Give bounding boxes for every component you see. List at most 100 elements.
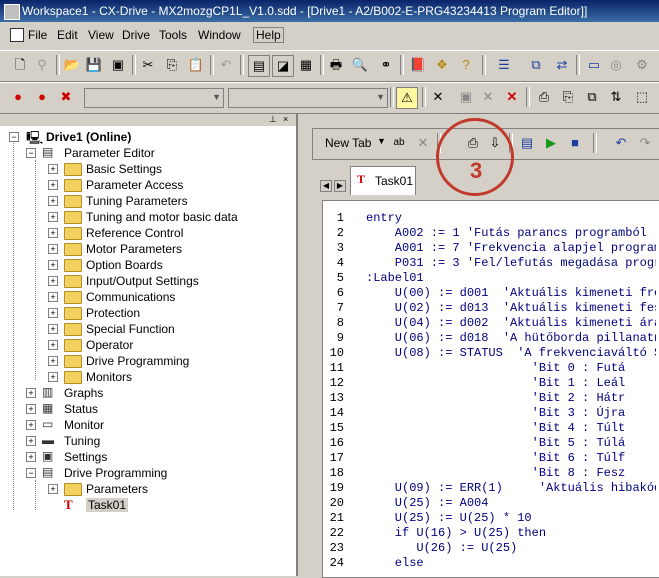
download-icon[interactable]: ⎙ bbox=[534, 87, 554, 107]
tree-item[interactable]: + Reference Control bbox=[48, 225, 290, 241]
run-icon[interactable]: ▶ bbox=[541, 133, 561, 153]
tree-item[interactable]: + ▬ Tuning bbox=[26, 433, 290, 449]
menu-edit[interactable]: Edit bbox=[57, 28, 78, 42]
code-line[interactable]: U(02) := d013 'Aktuális kimeneti fes bbox=[366, 301, 656, 315]
expand-icon[interactable]: + bbox=[48, 212, 58, 222]
wireless-icon[interactable]: ◎ bbox=[606, 55, 626, 75]
expand-icon[interactable]: + bbox=[48, 340, 58, 350]
code-line[interactable]: U(26) := U(25) bbox=[366, 541, 517, 555]
expand-icon[interactable]: − bbox=[26, 468, 36, 478]
cancel-icon[interactable]: ✕ bbox=[478, 87, 498, 107]
tree-item[interactable]: + Monitors bbox=[48, 369, 290, 385]
paste-icon[interactable]: 📋 bbox=[186, 55, 206, 75]
settings-icon[interactable]: ⚙ bbox=[632, 55, 652, 75]
code-line[interactable]: else bbox=[366, 556, 424, 570]
delete-icon[interactable]: ✕ bbox=[502, 87, 522, 107]
expand-icon[interactable]: + bbox=[48, 228, 58, 238]
go-online-icon[interactable]: ● bbox=[8, 87, 28, 107]
open-icon[interactable]: 📂 bbox=[62, 55, 82, 75]
code-line[interactable]: 'Bit 2 : Hátr bbox=[366, 391, 626, 405]
save-all-icon[interactable]: ▣ bbox=[108, 55, 128, 75]
tab-scroll-right-icon[interactable]: ▶ bbox=[334, 180, 346, 192]
tree-item[interactable]: + Protection bbox=[48, 305, 290, 321]
output-window-icon[interactable]: ◪ bbox=[272, 55, 294, 77]
stop-icon[interactable]: ✖ bbox=[56, 87, 76, 107]
expand-icon[interactable]: + bbox=[48, 308, 58, 318]
tree-item[interactable]: + Communications bbox=[48, 289, 290, 305]
menu-help[interactable]: Help bbox=[253, 27, 284, 43]
code-line[interactable]: U(08) := STATUS 'A frekvenciaváltó S bbox=[366, 346, 656, 360]
redo-icon[interactable]: ↷ bbox=[635, 133, 655, 153]
expand-icon[interactable]: + bbox=[48, 196, 58, 206]
code-line[interactable]: U(06) := d018 'A hütőborda pillanatn bbox=[366, 331, 656, 345]
tree-item[interactable]: + ▦ Status bbox=[26, 401, 290, 417]
expand-icon[interactable]: + bbox=[48, 276, 58, 286]
code-line[interactable]: 'Bit 6 : Túlf bbox=[366, 451, 626, 465]
expand-icon[interactable]: + bbox=[48, 484, 58, 494]
stop-program-icon[interactable]: ■ bbox=[565, 133, 585, 153]
code-line[interactable]: :Label01 bbox=[366, 271, 424, 285]
tree-item[interactable]: − ▤ Parameter Editor bbox=[26, 145, 290, 161]
drive-select-combo[interactable]: ▼ bbox=[84, 88, 224, 108]
pin-icon[interactable]: ⊥ bbox=[269, 115, 278, 124]
code-line[interactable]: U(25) := U(25) * 10 bbox=[366, 511, 532, 525]
expand-icon[interactable]: + bbox=[26, 404, 36, 414]
verify-icon[interactable]: ⬚ bbox=[632, 87, 652, 107]
help-icon[interactable]: ? bbox=[456, 55, 476, 75]
tree-item[interactable]: − ▤ Drive Programming bbox=[26, 465, 290, 481]
new-tab-button[interactable]: New Tab bbox=[325, 136, 371, 150]
code-line[interactable]: 'Bit 8 : Fesz bbox=[366, 466, 626, 480]
code-line[interactable]: A002 := 1 'Futás parancs programból bbox=[366, 226, 647, 240]
tree-item[interactable]: + Operator bbox=[48, 337, 290, 353]
code-line[interactable]: 'Bit 1 : Leál bbox=[366, 376, 626, 390]
tree-item[interactable]: + ▭ Monitor bbox=[26, 417, 290, 433]
expand-icon[interactable]: + bbox=[48, 324, 58, 334]
list-icon[interactable]: ☰ bbox=[494, 55, 514, 75]
tree-item[interactable]: + Special Function bbox=[48, 321, 290, 337]
print-icon[interactable]: 🖶 bbox=[326, 55, 346, 75]
binoculars-icon[interactable]: ⚭ bbox=[376, 55, 396, 75]
copy-icon[interactable]: ⎘ bbox=[162, 55, 182, 75]
code-line[interactable]: U(25) := A004 bbox=[366, 496, 489, 510]
close-tab-icon[interactable]: ✕ bbox=[413, 133, 433, 153]
tree-item[interactable]: + Drive Programming bbox=[48, 353, 290, 369]
expand-icon[interactable]: + bbox=[48, 260, 58, 270]
expand-icon[interactable]: + bbox=[48, 292, 58, 302]
code-line[interactable]: 'Bit 4 : Túlt bbox=[366, 421, 626, 435]
monitor-icon[interactable]: ▭ bbox=[584, 55, 604, 75]
menu-tools[interactable]: Tools bbox=[159, 28, 187, 42]
transfer-icon[interactable]: ⇅ bbox=[606, 87, 626, 107]
code-line[interactable]: U(09) := ERR(1) 'Aktuális hibakód bbox=[366, 481, 656, 495]
compare-icon[interactable]: ⧉ bbox=[582, 87, 602, 107]
tree-item[interactable]: + Basic Settings bbox=[48, 161, 290, 177]
code-line[interactable]: entry bbox=[366, 211, 402, 225]
expand-icon[interactable]: + bbox=[26, 388, 36, 398]
menu-drive[interactable]: Drive bbox=[122, 28, 150, 42]
code-line[interactable]: A001 := 7 'Frekvencia alapjel program bbox=[366, 241, 656, 255]
tree-item[interactable]: + Input/Output Settings bbox=[48, 273, 290, 289]
undo-icon[interactable]: ↶ bbox=[611, 133, 631, 153]
menu-file[interactable]: File bbox=[28, 28, 47, 42]
expand-icon[interactable]: + bbox=[26, 420, 36, 430]
compile-icon[interactable]: ▣ bbox=[456, 87, 476, 107]
expand-icon[interactable]: + bbox=[48, 164, 58, 174]
library-icon[interactable]: ❖ bbox=[432, 55, 452, 75]
code-line[interactable]: P031 := 3 'Fel/lefutás megadása progr bbox=[366, 256, 656, 270]
mode-select-combo[interactable]: ▼ bbox=[228, 88, 388, 108]
rename-tab-icon[interactable]: ab bbox=[389, 133, 409, 153]
project-window-icon[interactable]: ▤ bbox=[248, 55, 270, 77]
tree-item[interactable]: + Parameter Access bbox=[48, 177, 290, 193]
expand-icon[interactable]: + bbox=[48, 244, 58, 254]
expand-icon[interactable]: + bbox=[48, 180, 58, 190]
expand-icon[interactable]: + bbox=[26, 452, 36, 462]
code-line[interactable]: U(00) := d001 'Aktuális kimeneti fre bbox=[366, 286, 656, 300]
undo-icon[interactable]: ↶ bbox=[216, 55, 236, 75]
warning-icon[interactable]: ⚠ bbox=[396, 87, 418, 109]
find-drive-icon[interactable]: ⚲ bbox=[32, 55, 52, 75]
save-icon[interactable]: 💾 bbox=[84, 55, 104, 75]
tree-item[interactable]: + Tuning Parameters bbox=[48, 193, 290, 209]
tools-icon[interactable]: ✕ bbox=[428, 87, 448, 107]
go-offline-icon[interactable]: ● bbox=[32, 87, 52, 107]
tree-item[interactable]: + ▣ Settings bbox=[26, 449, 290, 465]
book-icon[interactable]: 📕 bbox=[408, 55, 428, 75]
